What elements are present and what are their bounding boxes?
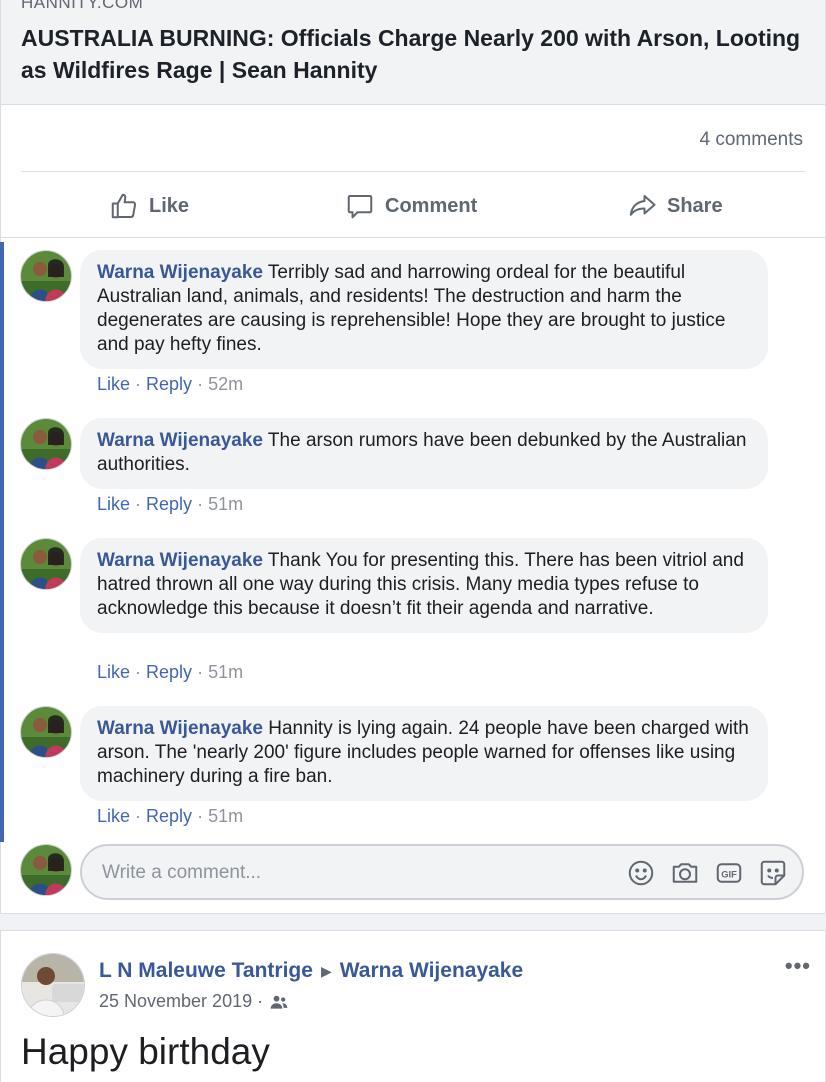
avatar[interactable] [20, 844, 72, 896]
camera-icon[interactable] [670, 858, 700, 888]
comment-author[interactable]: Warna Wijenayake [97, 718, 263, 739]
comment-meta: Like · Reply · 51m [97, 806, 244, 826]
write-comment-box[interactable]: GIF [80, 844, 804, 900]
comment-meta: Like · Reply · 51m [97, 662, 244, 682]
triangle-right-icon: ▶ [320, 962, 332, 979]
comment-bubble: Warna Wijenayake Terribly sad and harrow… [80, 250, 768, 369]
comment-button[interactable]: Comment [345, 175, 477, 237]
comment-time[interactable]: 51m [208, 806, 243, 826]
divider [21, 171, 805, 172]
post-text: Happy birthday [21, 1031, 270, 1072]
comment-like-link[interactable]: Like [97, 374, 130, 394]
comments-count[interactable]: 4 comments [700, 129, 803, 151]
comment-author[interactable]: Warna Wijenayake [97, 262, 263, 283]
link-preview[interactable]: HANNITY.COM AUSTRALIA BURNING: Officials… [0, 0, 826, 104]
avatar-photo [22, 954, 84, 1016]
link-domain: HANNITY.COM [21, 0, 144, 12]
avatar[interactable] [20, 418, 72, 470]
comment-reply-link[interactable]: Reply [146, 494, 192, 514]
share-button[interactable]: Share [627, 175, 723, 237]
post-date[interactable]: 25 November 2019 · [99, 991, 263, 1012]
avatar[interactable] [21, 953, 85, 1017]
comment-icon [347, 195, 373, 219]
avatar-photo [21, 419, 71, 469]
like-button[interactable]: Like [109, 175, 189, 237]
post-meta: 25 November 2019 · [99, 991, 289, 1012]
avatar[interactable] [20, 706, 72, 758]
comment-meta: Like · Reply · 51m [97, 494, 244, 514]
comment-meta: Like · Reply · 52m [97, 374, 244, 394]
gif-icon[interactable]: GIF [714, 858, 744, 888]
comment-bubble: Warna Wijenayake The arson rumors have b… [80, 418, 768, 489]
comment-reply-link[interactable]: Reply [146, 662, 192, 682]
emoji-icon[interactable] [626, 858, 656, 888]
comment-time[interactable]: 52m [208, 374, 243, 394]
comment-tools: GIF [626, 858, 788, 888]
link-title[interactable]: AUSTRALIA BURNING: Officials Charge Near… [21, 22, 821, 86]
avatar-photo [21, 251, 71, 301]
divider [1, 237, 825, 238]
avatar-photo [21, 707, 71, 757]
friends-icon [270, 995, 288, 1009]
comment-bubble: Warna Wijenayake Hannity is lying again.… [80, 706, 768, 801]
post-author[interactable]: L N Maleuwe Tantrige [99, 959, 313, 983]
post-card-2: L N Maleuwe Tantrige ▶ Warna Wijenayake … [0, 930, 826, 1082]
post-header: L N Maleuwe Tantrige ▶ Warna Wijenayake [99, 959, 523, 983]
share-label: Share [667, 194, 723, 217]
comment-label: Comment [385, 194, 478, 217]
highlight-bar [0, 242, 4, 842]
sticker-icon[interactable] [758, 858, 788, 888]
share-icon [629, 195, 656, 216]
avatar-photo [21, 845, 71, 895]
avatar-photo [21, 539, 71, 589]
comment-like-link[interactable]: Like [97, 662, 130, 682]
post-actions: Like Comment Share [1, 175, 825, 237]
comment-time[interactable]: 51m [208, 494, 243, 514]
more-options-button[interactable]: ••• [785, 953, 811, 979]
comment-author[interactable]: Warna Wijenayake [97, 550, 263, 571]
thumbs-up-icon [111, 193, 137, 219]
comment-reply-link[interactable]: Reply [146, 806, 192, 826]
post-target[interactable]: Warna Wijenayake [340, 959, 523, 983]
comment-like-link[interactable]: Like [97, 494, 130, 514]
avatar[interactable] [20, 250, 72, 302]
comment-input[interactable] [102, 858, 582, 888]
comment-bubble: Warna Wijenayake Thank You for presentin… [80, 538, 768, 633]
comment-author[interactable]: Warna Wijenayake [97, 430, 263, 451]
avatar[interactable] [20, 538, 72, 590]
svg-text:GIF: GIF [721, 869, 737, 879]
like-label: Like [149, 194, 190, 217]
comment-time[interactable]: 51m [208, 662, 243, 682]
comment-reply-link[interactable]: Reply [146, 374, 192, 394]
write-comment-row: GIF [20, 844, 810, 900]
comment-like-link[interactable]: Like [97, 806, 130, 826]
